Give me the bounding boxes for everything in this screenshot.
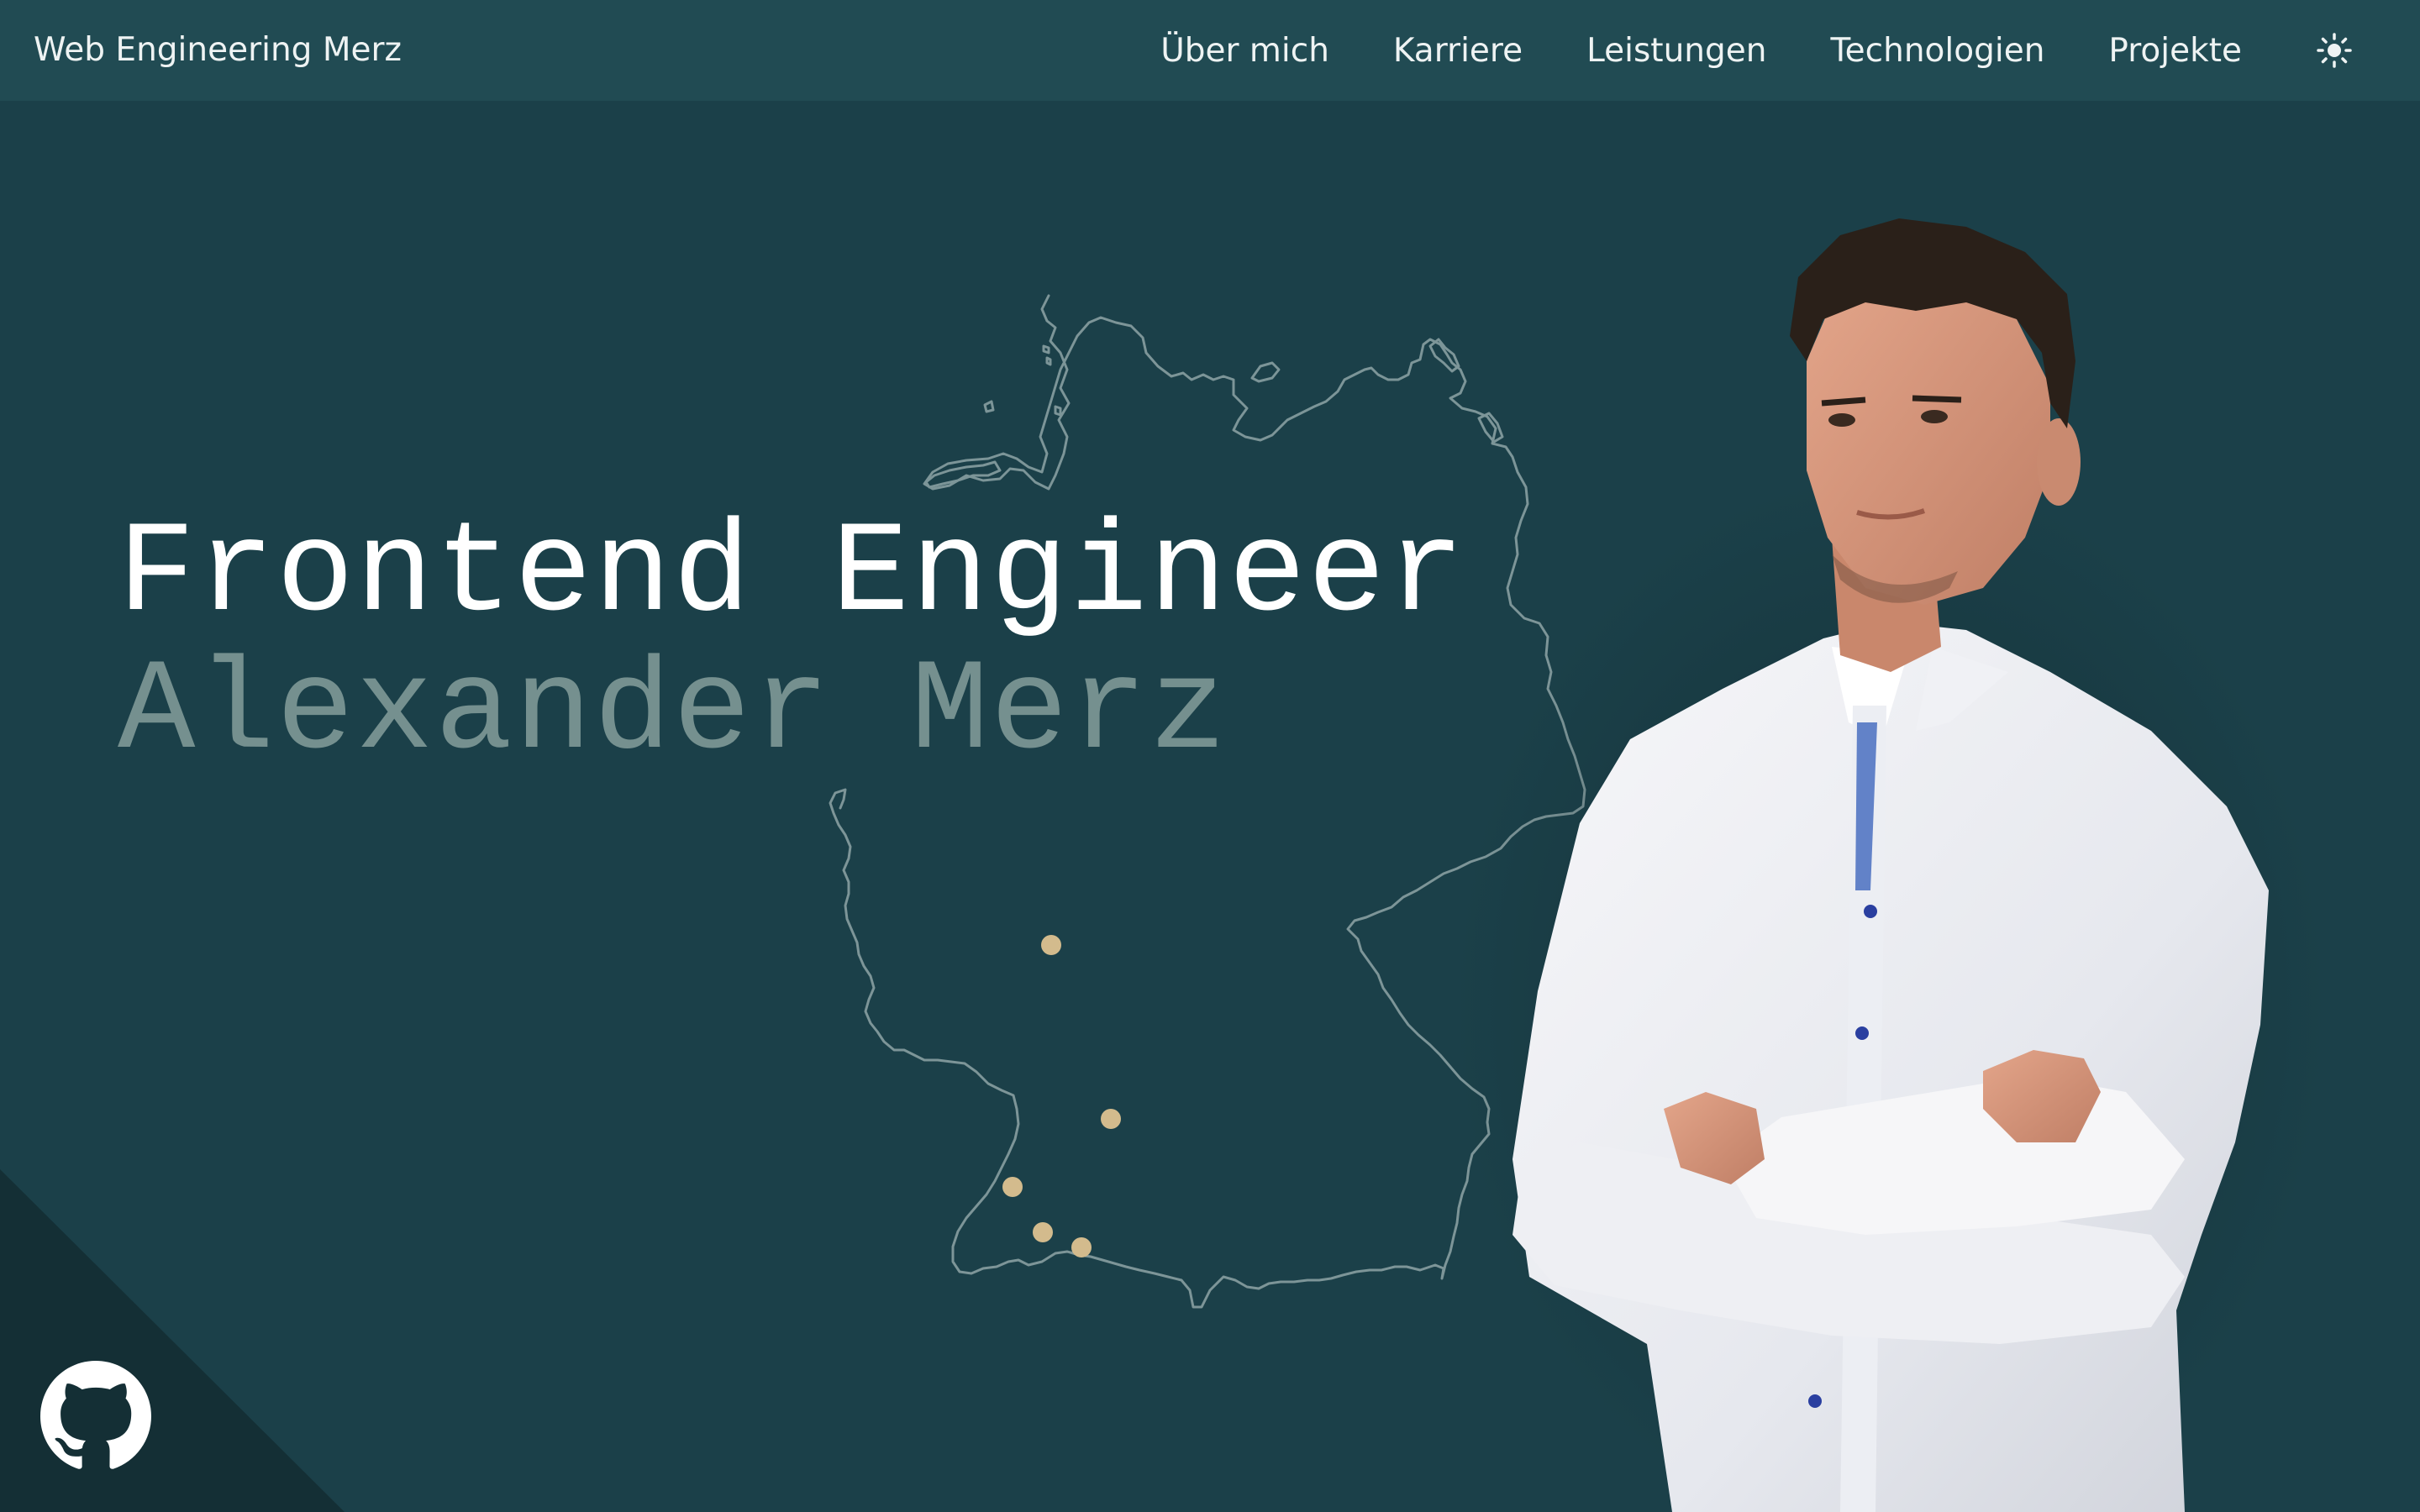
hero-title: Frontend Engineer (118, 502, 1467, 648)
top-navigation-bar: Web Engineering Merz Über mich Karriere … (0, 0, 2420, 101)
main-navigation: Über mich Karriere Leistungen Technologi… (1097, 0, 2420, 101)
map-island (983, 400, 995, 413)
page: Frontend Engineer Alexander Merz Web Eng… (0, 0, 2420, 1512)
map-island (924, 460, 1002, 489)
map-island (1045, 356, 1052, 366)
nav-item-leistungen[interactable]: Leistungen (1586, 32, 1766, 70)
portrait-photo (1454, 218, 2328, 1512)
nav-item-karriere[interactable]: Karriere (1393, 32, 1523, 70)
nav-item-technologien[interactable]: Technologien (1830, 32, 2044, 70)
map-marker (1002, 1177, 1023, 1197)
map-island (1054, 405, 1062, 417)
map-marker (1071, 1237, 1092, 1257)
nav-item-ueber-mich[interactable]: Über mich (1160, 32, 1329, 70)
map-marker (1041, 935, 1061, 955)
map-marker (1101, 1109, 1121, 1129)
github-icon (40, 1361, 151, 1469)
brand-link[interactable]: Web Engineering Merz (34, 0, 402, 101)
nav-item-projekte[interactable]: Projekte (2108, 32, 2242, 70)
hero-name: Alexander Merz (118, 640, 1228, 786)
map-marker (1033, 1222, 1053, 1242)
github-link[interactable] (40, 1361, 151, 1472)
map-island (1042, 344, 1050, 354)
theme-toggle-button[interactable] (2316, 32, 2353, 69)
sun-icon (2317, 33, 2352, 68)
map-island (1250, 361, 1281, 383)
